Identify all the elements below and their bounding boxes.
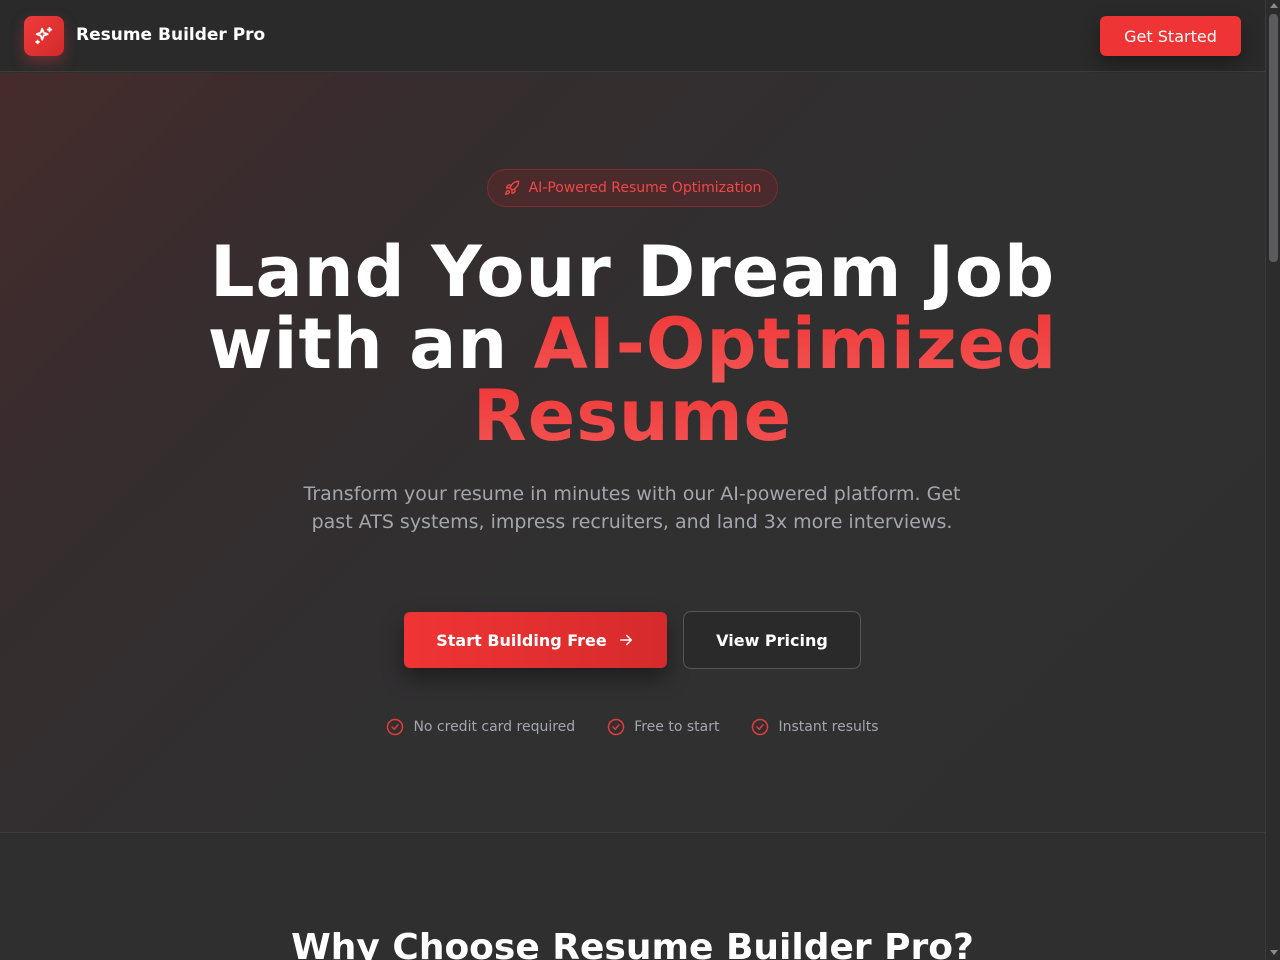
rocket-icon: [504, 180, 519, 195]
hero-badge-label: AI-Powered Resume Optimization: [528, 180, 762, 196]
headline-accent-1: AI-Optimized: [533, 303, 1058, 385]
hero-badge: AI-Powered Resume Optimization: [487, 169, 778, 207]
check-circle-icon: [752, 718, 769, 736]
top-navbar: Resume Builder Pro Get Started: [0, 0, 1265, 72]
hero-section: AI-Powered Resume Optimization Land Your…: [0, 73, 1265, 833]
page-scrollbar[interactable]: [1265, 0, 1280, 960]
arrow-right-icon: [619, 634, 632, 646]
hero-feature-list: No credit card required Free to start In…: [0, 717, 1265, 737]
page: Resume Builder Pro Get Started AI-Powere…: [0, 0, 1265, 960]
scroll-down-arrow-icon[interactable]: [1269, 950, 1278, 955]
hero-headline: Land Your Dream Job with an AI-Optimized…: [0, 236, 1265, 452]
hero-subtitle: Transform your resume in minutes with ou…: [303, 483, 961, 533]
brand-name[interactable]: Resume Builder Pro: [76, 24, 265, 46]
check-circle-icon: [387, 718, 404, 736]
logo[interactable]: [24, 16, 64, 56]
view-pricing-button[interactable]: View Pricing: [683, 611, 861, 669]
feature-label: Instant results: [778, 719, 879, 735]
feature-label: No credit card required: [413, 719, 576, 735]
headline-line-1: Land Your Dream Job: [209, 231, 1056, 313]
feature-item: Free to start: [607, 717, 719, 737]
scrollbar-thumb[interactable]: [1269, 14, 1278, 262]
headline-line-2-plain: with an: [207, 303, 534, 385]
start-building-button[interactable]: Start Building Free: [404, 612, 667, 668]
check-circle-icon: [607, 718, 625, 736]
scroll-up-arrow-icon[interactable]: [1269, 3, 1278, 8]
feature-label: Free to start: [634, 719, 720, 735]
feature-item: Instant results: [751, 717, 879, 737]
get-started-button[interactable]: Get Started: [1100, 16, 1241, 56]
start-building-label: Start Building Free: [436, 630, 607, 650]
sparkle-icon: [35, 26, 53, 45]
headline-accent-2: Resume: [472, 375, 793, 457]
feature-item: No credit card required: [386, 717, 575, 737]
section-title: Why Choose Resume Builder Pro?: [291, 927, 974, 960]
